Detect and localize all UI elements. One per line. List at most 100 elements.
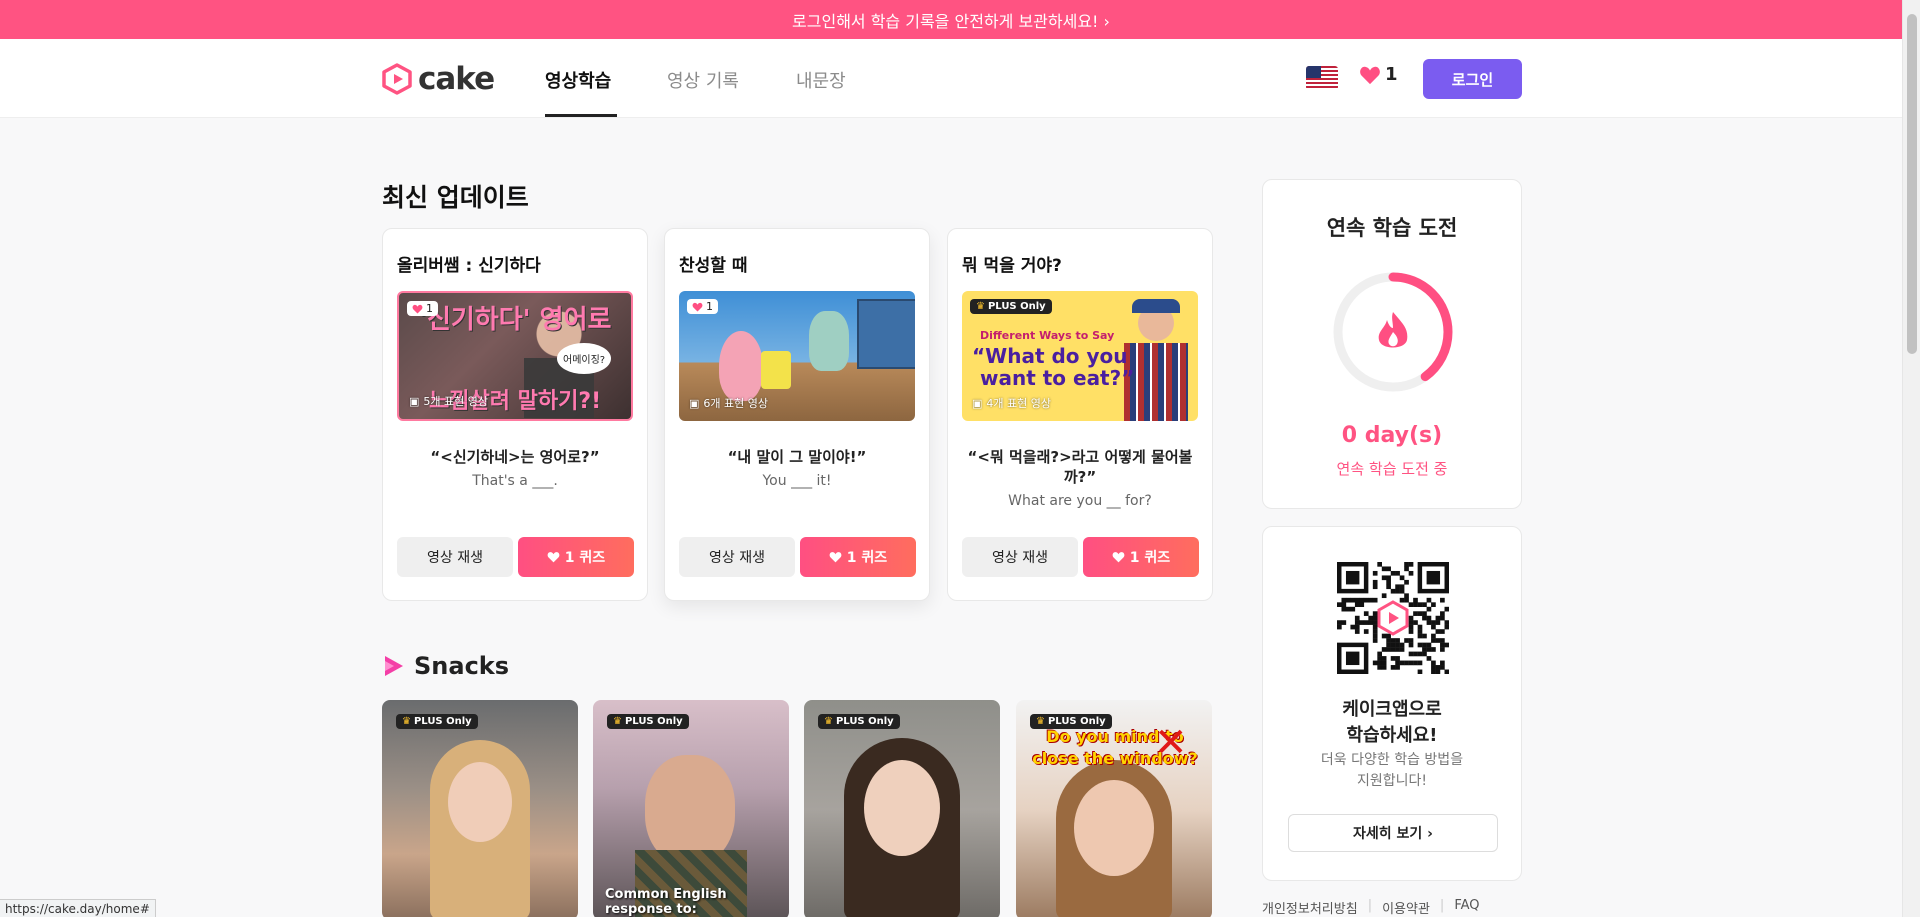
latest-updates-title: 최신 업데이트 bbox=[382, 183, 529, 212]
qr-code-icon bbox=[1337, 562, 1449, 674]
us-flag-icon[interactable] bbox=[1306, 66, 1338, 90]
crown-icon: ♛ bbox=[1036, 716, 1045, 727]
plus-only-badge: ♛ PLUS Only bbox=[396, 714, 478, 729]
login-banner-text[interactable]: 로그인해서 학습 기록을 안전하게 보관하세요! › bbox=[792, 8, 1110, 32]
video-count-label: 6개 표현 영상 bbox=[703, 397, 768, 410]
heart-count: 1 bbox=[1385, 64, 1398, 85]
card-quote: “내 말이 그 말이야!” bbox=[727, 448, 867, 466]
app-promo-sub-line-2: 지원합니다! bbox=[1356, 773, 1427, 789]
heart-icon bbox=[692, 302, 703, 312]
logo-text: cake bbox=[418, 61, 495, 97]
app-promo-card: 케이크앱으로 학습하세요! 더욱 다양한 학습 방법을 지원합니다! 자세히 보… bbox=[1262, 526, 1522, 881]
snack-video[interactable]: ♛ PLUS Only bbox=[804, 700, 1000, 917]
quiz-button[interactable]: 1 퀴즈 bbox=[1083, 537, 1199, 577]
faq-link[interactable]: FAQ bbox=[1454, 898, 1479, 917]
snack-video[interactable]: Do you mind to close the window? ✕ ♛ PLU… bbox=[1016, 700, 1212, 917]
snack-video[interactable]: ♛ PLUS Only Common English response to: bbox=[593, 700, 789, 917]
streak-status: 연속 학습 도전 중 bbox=[1336, 460, 1448, 478]
quiz-label: 1 퀴즈 bbox=[564, 550, 606, 566]
streak-days: 0 day(s) bbox=[1341, 423, 1443, 448]
video-thumbnail[interactable]: Different Ways to Say “What do you want … bbox=[962, 291, 1198, 421]
card-quote: “<뭐 먹을래?>라고 어떻게 물어볼까?” bbox=[967, 448, 1193, 486]
card-title: 찬성할 때 bbox=[679, 256, 748, 276]
see-more-button[interactable]: 자세히 보기 › bbox=[1288, 814, 1498, 852]
crown-icon: ♛ bbox=[976, 301, 985, 312]
heart-badge-count: 1 bbox=[706, 300, 713, 313]
snacks-icon bbox=[385, 656, 403, 676]
footer-links: 개인정보처리방침 | 이용약관 | FAQ bbox=[1262, 898, 1480, 917]
streak-progress-ring bbox=[1333, 272, 1453, 392]
status-bar-url: https://cake.day/home# bbox=[0, 899, 156, 917]
scrollbar-thumb[interactable] bbox=[1907, 14, 1917, 354]
divider: | bbox=[1439, 898, 1445, 913]
quiz-button[interactable]: 1 퀴즈 bbox=[518, 537, 634, 577]
card-subtitle: You ___ it! bbox=[762, 473, 832, 489]
plus-only-badge: ♛ PLUS Only bbox=[1030, 714, 1112, 729]
heart-badge: 1 bbox=[407, 301, 438, 316]
tab-video-history[interactable]: 영상 기록 bbox=[667, 67, 739, 93]
play-video-button[interactable]: 영상 재생 bbox=[397, 537, 513, 577]
tab-video-learning[interactable]: 영상학습 bbox=[545, 67, 611, 93]
crown-icon: ♛ bbox=[402, 716, 411, 727]
tab-my-sentences[interactable]: 내문장 bbox=[796, 67, 846, 93]
streak-card: 연속 학습 도전 0 day(s) 연속 학습 도전 중 bbox=[1262, 179, 1522, 509]
card-quote: “<신기하네>는 영어로?” bbox=[430, 448, 600, 466]
x-mark-icon: ✕ bbox=[1154, 720, 1188, 766]
video-thumbnail[interactable]: 1 ▣ 6개 표현 영상 bbox=[679, 291, 915, 421]
video-count: ▣ 6개 표현 영상 bbox=[689, 395, 768, 411]
crown-icon: ♛ bbox=[824, 716, 833, 727]
video-count: ▣ 4개 표현 영상 bbox=[972, 395, 1051, 411]
snacks-title: Snacks bbox=[382, 652, 509, 680]
heart-icon bbox=[412, 304, 423, 314]
cake-logo-icon bbox=[382, 63, 412, 95]
thumb-line-3: want to eat?” bbox=[980, 366, 1135, 390]
plus-only-label: PLUS Only bbox=[413, 716, 472, 727]
app-promo-title: 케이크앱으로 학습하세요! bbox=[1263, 697, 1521, 749]
privacy-policy-link[interactable]: 개인정보처리방침 bbox=[1262, 898, 1358, 917]
card-subtitle: What are you __ for? bbox=[1008, 493, 1152, 509]
quiz-label: 1 퀴즈 bbox=[846, 550, 888, 566]
snack-video[interactable]: ♛ PLUS Only bbox=[382, 700, 578, 917]
cake-logo[interactable]: cake bbox=[382, 61, 495, 97]
card-subtitle: That's a ___. bbox=[472, 473, 558, 489]
video-thumbnail[interactable]: '신기하다' 영어로 어메이징? 느낌살려 말하기?! 1 ▣ 5개 표현 영상 bbox=[397, 291, 633, 421]
login-button[interactable]: 로그인 bbox=[1423, 59, 1522, 99]
video-list-icon: ▣ bbox=[689, 396, 700, 410]
divider: | bbox=[1367, 898, 1373, 913]
thumb-line-1: Different Ways to Say bbox=[980, 329, 1115, 342]
lesson-card[interactable]: 뭐 먹을 거야? Different Ways to Say “What do … bbox=[947, 228, 1213, 601]
login-banner[interactable]: 로그인해서 학습 기록을 안전하게 보관하세요! › bbox=[0, 0, 1902, 39]
snack-caption: Common English response to: bbox=[605, 887, 727, 917]
card-title: 뭐 먹을 거야? bbox=[962, 256, 1062, 276]
terms-link[interactable]: 이용약관 bbox=[1382, 898, 1430, 917]
plus-only-label: PLUS Only bbox=[835, 716, 894, 727]
play-video-button[interactable]: 영상 재생 bbox=[962, 537, 1078, 577]
video-count-label: 4개 표현 영상 bbox=[986, 397, 1051, 410]
video-count-label: 5개 표현 영상 bbox=[423, 395, 488, 408]
heart-icon bbox=[1112, 552, 1125, 563]
heart-icon bbox=[547, 552, 560, 563]
thumb-headline: '신기하다' 영어로 bbox=[419, 305, 612, 335]
heart-icon bbox=[1360, 66, 1380, 84]
streak-title: 연속 학습 도전 bbox=[1326, 216, 1458, 240]
thumb-line-2: “What do you bbox=[972, 344, 1128, 368]
app-promo-subtitle: 더욱 다양한 학습 방법을 지원합니다! bbox=[1263, 750, 1521, 792]
lesson-card[interactable]: 찬성할 때 1 ▣ 6개 표현 영상 “내 말이 그 말이야!” You ___… bbox=[664, 228, 930, 601]
plus-only-label: PLUS Only bbox=[624, 716, 683, 727]
play-video-button[interactable]: 영상 재생 bbox=[679, 537, 795, 577]
heart-counter[interactable]: 1 bbox=[1359, 64, 1398, 85]
heart-badge: 1 bbox=[687, 299, 718, 314]
active-tab-indicator bbox=[545, 114, 617, 117]
video-count: ▣ 5개 표현 영상 bbox=[409, 393, 488, 409]
card-title: 올리버쌤 : 신기하다 bbox=[397, 256, 541, 276]
plus-only-badge: ♛ PLUS Only bbox=[970, 299, 1052, 314]
page-scrollbar[interactable] bbox=[1902, 0, 1920, 917]
app-promo-sub-line-1: 더욱 다양한 학습 방법을 bbox=[1320, 752, 1464, 768]
lesson-card[interactable]: 올리버쌤 : 신기하다 '신기하다' 영어로 어메이징? 느낌살려 말하기?! … bbox=[382, 228, 648, 601]
quiz-button[interactable]: 1 퀴즈 bbox=[800, 537, 916, 577]
video-list-icon: ▣ bbox=[409, 394, 420, 408]
plus-only-badge: ♛ PLUS Only bbox=[607, 714, 689, 729]
heart-icon bbox=[829, 552, 842, 563]
plus-only-label: PLUS Only bbox=[1047, 716, 1106, 727]
crown-icon: ♛ bbox=[613, 716, 622, 727]
